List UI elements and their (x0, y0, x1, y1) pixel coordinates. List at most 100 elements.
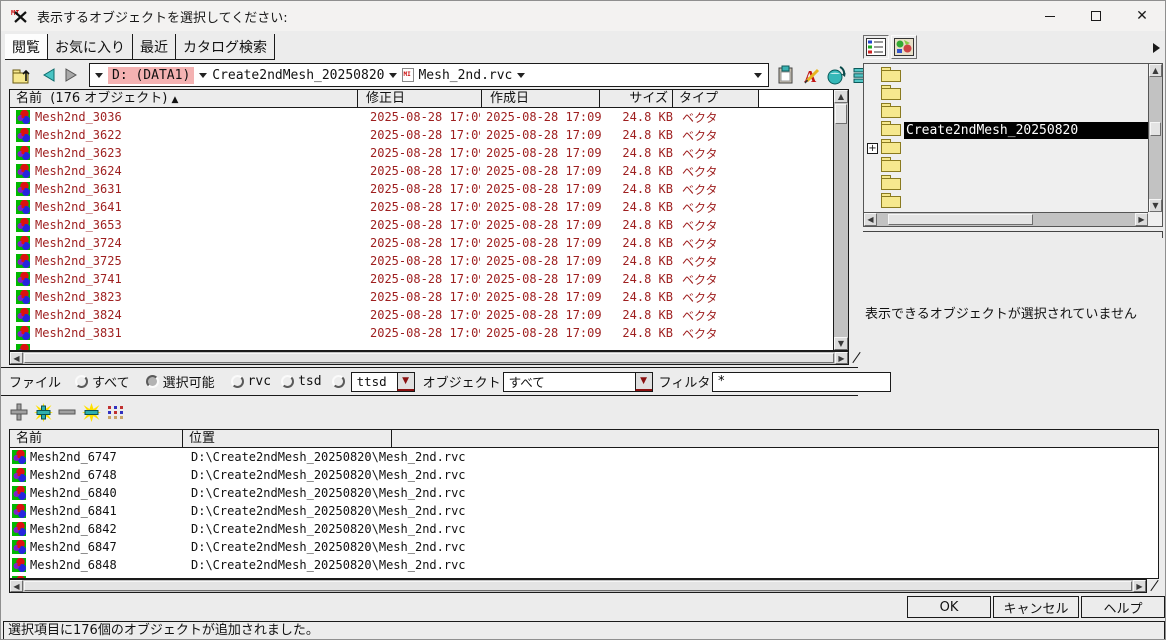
detail-view-button[interactable] (863, 35, 889, 59)
radio-file-ext[interactable] (332, 375, 345, 388)
scroll-left-icon[interactable]: ◀ (10, 352, 23, 364)
tree-folder-row[interactable]: + (864, 103, 1148, 121)
column-header-created[interactable]: 作成日 (482, 90, 600, 108)
browser-vertical-scrollbar[interactable]: ▲ ▼ (833, 90, 848, 350)
column-header-size[interactable]: サイズ (600, 90, 673, 108)
pane-resize-handle[interactable] (852, 351, 862, 364)
scrollbar-thumb[interactable] (888, 214, 1033, 225)
file-row[interactable]: Mesh2nd_3741 2025-08-28 17:09 2025-08-28… (10, 270, 833, 288)
column-header-name[interactable]: 名前 (176 オブジェクト) ▲ (10, 90, 358, 108)
column-header-sel-name[interactable]: 名前 (10, 430, 183, 448)
path-drive-segment[interactable]: D: (DATA1) (108, 67, 194, 84)
scroll-up-icon[interactable]: ▲ (834, 90, 848, 103)
tree-vertical-scrollbar[interactable]: ▲ ▼ (1148, 64, 1162, 212)
add-all-button[interactable] (33, 401, 53, 423)
path-file-segment[interactable]: Mesh_2nd.rvc (418, 68, 512, 83)
scroll-right-icon[interactable]: ▶ (835, 352, 848, 364)
path-root-dropdown-icon[interactable] (95, 73, 103, 78)
path-drive-dropdown-icon[interactable] (199, 73, 207, 78)
file-row[interactable]: Mesh2nd_3622 2025-08-28 17:09 2025-08-28… (10, 126, 833, 144)
tree-folder-row[interactable]: + Create2ndMesh_20250820 (864, 121, 1148, 139)
tab[interactable]: お気に入り (48, 34, 133, 59)
tab[interactable]: カタログ検索 (176, 34, 275, 59)
tree-horizontal-scrollbar[interactable]: ◀ ▶ (864, 212, 1148, 226)
back-button[interactable] (37, 63, 61, 87)
radio-file-tsd[interactable] (281, 375, 294, 388)
path-file-dropdown-icon[interactable] (517, 73, 525, 78)
column-header-location[interactable]: 位置 (183, 430, 392, 448)
minimize-button[interactable] (1027, 1, 1073, 31)
browser-horizontal-scrollbar[interactable]: ◀ ▶ (9, 351, 849, 365)
scroll-down-icon[interactable]: ▼ (1149, 199, 1162, 212)
path-folder-segment[interactable]: Create2ndMesh_20250820 (212, 68, 384, 83)
scroll-right-icon[interactable]: ▶ (1135, 213, 1148, 226)
path-folder-dropdown-icon[interactable] (389, 73, 397, 78)
remove-selected-button[interactable] (57, 401, 77, 423)
tree-folder-row[interactable]: + (864, 193, 1148, 211)
file-row[interactable]: Mesh2nd_3624 2025-08-28 17:09 2025-08-28… (10, 162, 833, 180)
rename-button[interactable]: A (800, 63, 822, 87)
file-row[interactable]: Mesh2nd_3824 2025-08-28 17:09 2025-08-28… (10, 306, 833, 324)
tree-folder-row[interactable]: + (864, 85, 1148, 103)
help-button[interactable]: ヘルプ (1081, 596, 1165, 618)
file-row[interactable]: Mesh2nd_3725 2025-08-28 17:09 2025-08-28… (10, 252, 833, 270)
file-row[interactable]: Mesh2nd_3831 2025-08-28 17:09 2025-08-28… (10, 324, 833, 342)
organize-button[interactable] (105, 401, 125, 423)
path-combo-dropdown-icon[interactable] (754, 73, 762, 78)
selected-object-row[interactable]: Mesh2nd_6842 D:\Create2ndMesh_20250820\M… (10, 520, 1158, 538)
radio-file-all[interactable] (75, 375, 88, 388)
close-button[interactable]: ✕ (1119, 1, 1165, 31)
folder-up-button[interactable] (11, 63, 35, 87)
tree-folder-row[interactable]: + (864, 175, 1148, 193)
tab[interactable]: 最近 (133, 34, 176, 59)
radio-file-selectable[interactable] (146, 375, 159, 388)
selected-object-row[interactable]: Mesh2nd_6747 D:\Create2ndMesh_20250820\M… (10, 448, 1158, 466)
object-type-dropdown[interactable]: すべて ▼ (503, 372, 653, 392)
selected-object-row[interactable]: Mesh2nd_6840 D:\Create2ndMesh_20250820\M… (10, 484, 1158, 502)
selected-object-row[interactable]: Mesh2nd_6848 D:\Create2ndMesh_20250820\M… (10, 556, 1158, 574)
selection-horizontal-scrollbar[interactable]: ◀ ▶ (9, 579, 1147, 593)
file-row[interactable] (10, 342, 833, 350)
forward-button[interactable] (59, 63, 83, 87)
scroll-up-icon[interactable]: ▲ (1149, 64, 1162, 77)
preview-image-button[interactable] (891, 35, 917, 59)
selected-object-row[interactable]: Mesh2nd_6748 D:\Create2ndMesh_20250820\M… (10, 466, 1158, 484)
scrollbar-thumb[interactable] (1150, 122, 1161, 136)
remove-all-button[interactable] (81, 401, 101, 423)
file-row[interactable]: Mesh2nd_3724 2025-08-28 17:09 2025-08-28… (10, 234, 833, 252)
scrollbar-thumb[interactable] (835, 104, 847, 124)
filter-input[interactable] (712, 372, 891, 392)
cancel-button[interactable]: キャンセル (993, 596, 1079, 618)
file-row[interactable]: Mesh2nd_3631 2025-08-28 17:09 2025-08-28… (10, 180, 833, 198)
file-row[interactable]: Mesh2nd_3623 2025-08-28 17:09 2025-08-28… (10, 144, 833, 162)
scrollbar-thumb[interactable] (24, 353, 834, 363)
tab[interactable]: 閲覧 (5, 34, 48, 59)
selected-object-row[interactable]: Mesh2nd_6841 D:\Create2ndMesh_20250820\M… (10, 502, 1158, 520)
selected-object-row[interactable]: Mesh2nd_6847 D:\Create2ndMesh_20250820\M… (10, 538, 1158, 556)
pane-resize-handle[interactable] (1150, 579, 1160, 592)
file-row[interactable]: Mesh2nd_3036 2025-08-28 17:09 2025-08-28… (10, 108, 833, 126)
panel-divider[interactable] (863, 231, 1163, 232)
scrollbar-thumb[interactable] (24, 581, 1132, 591)
ok-button[interactable]: OK (907, 596, 991, 618)
add-selected-button[interactable] (9, 401, 29, 423)
selected-object-row[interactable] (10, 574, 1158, 578)
column-header-type[interactable]: タイプ (673, 90, 759, 108)
scroll-right-icon[interactable]: ▶ (1133, 580, 1146, 592)
tree-folder-row[interactable]: + (864, 139, 1148, 157)
refresh-button[interactable] (825, 63, 847, 87)
tree-expander-icon[interactable]: + (867, 143, 878, 154)
file-row[interactable]: Mesh2nd_3641 2025-08-28 17:09 2025-08-28… (10, 198, 833, 216)
radio-file-rvc[interactable] (231, 375, 244, 388)
file-row[interactable]: Mesh2nd_3653 2025-08-28 17:09 2025-08-28… (10, 216, 833, 234)
panel-expand-icon[interactable] (1153, 43, 1160, 53)
column-header-modified[interactable]: 修正日 (358, 90, 482, 108)
extension-dropdown[interactable]: ttsd ▼ (351, 372, 415, 392)
scroll-left-icon[interactable]: ◀ (864, 213, 877, 226)
file-row[interactable]: Mesh2nd_3823 2025-08-28 17:09 2025-08-28… (10, 288, 833, 306)
clipboard-button[interactable] (775, 63, 797, 87)
scroll-down-icon[interactable]: ▼ (834, 337, 848, 350)
tree-folder-row[interactable]: + (864, 67, 1148, 85)
scroll-left-icon[interactable]: ◀ (10, 580, 23, 592)
tree-folder-row[interactable]: + (864, 157, 1148, 175)
